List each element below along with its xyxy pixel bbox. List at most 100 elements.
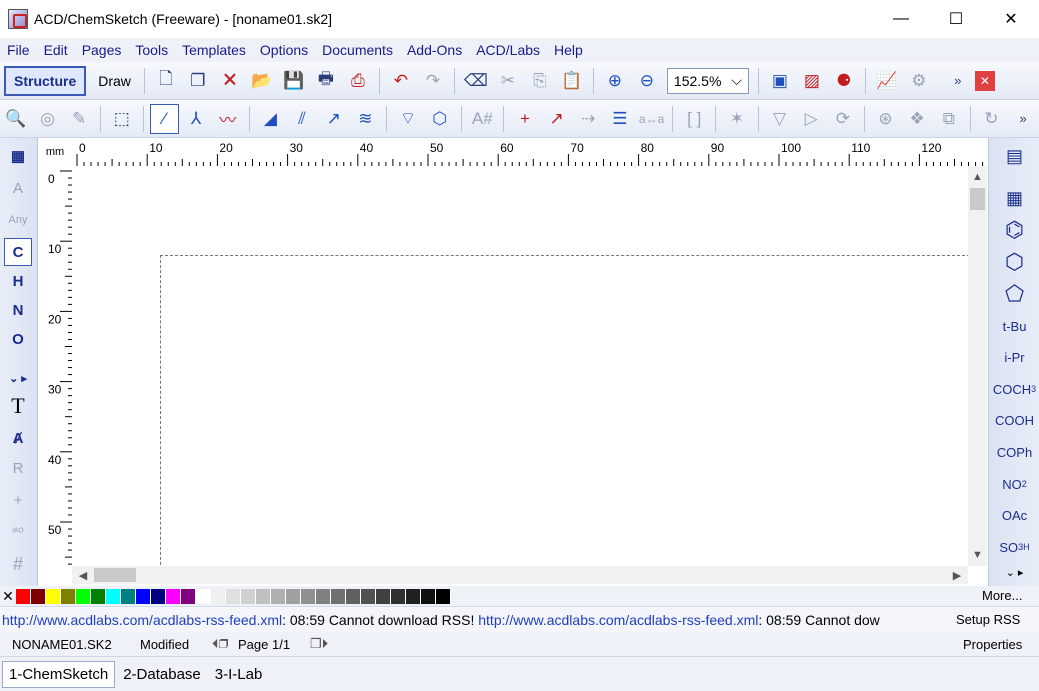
scroll-up-icon[interactable]: ▲	[968, 168, 987, 186]
reaction-map-icon[interactable]: ⇢	[573, 104, 603, 134]
wedge-bond-icon[interactable]: ◢	[256, 104, 286, 134]
setup-rss-button[interactable]: Setup RSS	[942, 612, 1020, 627]
close-document-icon[interactable]: ✕	[974, 70, 995, 91]
atom-any-button[interactable]: Any	[4, 206, 32, 234]
zoom-out-icon[interactable]: ⊖	[632, 66, 662, 96]
toolbar2-overflow-icon[interactable]: »	[1008, 104, 1038, 134]
color-swatch[interactable]	[346, 588, 361, 604]
color-swatch[interactable]	[406, 588, 421, 604]
panel-expand-icon[interactable]: ⌄ ▸	[991, 558, 1038, 586]
color-swatch[interactable]	[61, 588, 76, 604]
atom-numbering-icon[interactable]: A#	[467, 104, 497, 134]
color-swatch[interactable]	[271, 588, 286, 604]
zoom-in-icon[interactable]: ⊕	[600, 66, 630, 96]
toolbar-overflow-icon[interactable]: »	[943, 66, 973, 96]
undo-icon[interactable]: ↶	[386, 66, 416, 96]
draw-mode-button[interactable]: Draw	[90, 66, 139, 96]
color-swatch[interactable]	[106, 588, 121, 604]
tab-chemsketch[interactable]: 1-ChemSketch	[2, 660, 116, 688]
dictionary-icon[interactable]: ⚙	[904, 66, 934, 96]
draw-chain-icon[interactable]: 〰	[213, 104, 243, 134]
app-icon[interactable]	[8, 9, 28, 29]
rotate-bond-icon[interactable]: ⟳	[828, 104, 858, 134]
hash-bond-icon[interactable]: ⫽	[287, 104, 317, 134]
charge-button[interactable]: +	[4, 486, 32, 514]
color-swatch[interactable]	[391, 588, 406, 604]
menu-pages[interactable]: Pages	[75, 42, 129, 58]
ipr-template[interactable]: i-Pr	[991, 343, 1038, 371]
menu-tools[interactable]: Tools	[128, 42, 175, 58]
zoom-select[interactable]: 152.5% ⌵	[666, 67, 749, 94]
color-swatch[interactable]	[181, 588, 196, 604]
3d-optimize-icon[interactable]: ❖	[902, 104, 932, 134]
structure-mode-button[interactable]: Structure	[4, 65, 87, 96]
no-color-icon[interactable]: ✕	[0, 588, 16, 605]
atom-mapping-icon[interactable]: a↔a	[637, 104, 667, 134]
spectrum-icon[interactable]: 📈	[872, 66, 902, 96]
flip-horizontal-icon[interactable]: ▷	[796, 104, 826, 134]
template-window-icon[interactable]: ▤	[991, 142, 1038, 170]
cooh-template[interactable]: COOH	[991, 406, 1038, 434]
color-swatch[interactable]	[361, 588, 376, 604]
template-table-icon[interactable]: ▦	[991, 184, 1038, 212]
menu-help[interactable]: Help	[547, 42, 590, 58]
menu-documents[interactable]: Documents	[315, 42, 400, 58]
color-swatch[interactable]	[91, 588, 106, 604]
tab-i-lab[interactable]: 3-I-Lab	[209, 662, 269, 687]
horizontal-scroll-thumb[interactable]	[94, 568, 136, 582]
properties-button[interactable]: Properties	[963, 637, 1022, 652]
numbering-button[interactable]: #	[4, 550, 32, 578]
benzene-template-icon[interactable]: ⌬	[991, 216, 1038, 244]
scroll-right-icon[interactable]: ▶	[948, 566, 966, 584]
color-swatch[interactable]	[226, 588, 241, 604]
erase-atom-icon[interactable]: Ⱥ	[4, 424, 32, 452]
color-swatch[interactable]	[376, 588, 391, 604]
pdf-export-icon[interactable]: ⎙	[343, 66, 373, 96]
reaction-table-icon[interactable]: ☰	[605, 104, 635, 134]
color-swatch[interactable]	[421, 588, 436, 604]
new-page-icon[interactable]: 🗋	[151, 66, 181, 96]
draw-branch-icon[interactable]: ⅄	[181, 104, 211, 134]
color-swatch[interactable]	[436, 588, 451, 604]
delete-page-icon[interactable]: 🗙	[215, 66, 245, 96]
redo-icon[interactable]: ↷	[418, 66, 448, 96]
color-swatch[interactable]	[121, 588, 136, 604]
open-file-icon[interactable]: 📂	[247, 66, 277, 96]
color-swatch[interactable]	[151, 588, 166, 604]
cyclopentane-template-icon[interactable]: ⬠	[991, 280, 1038, 308]
menu-options[interactable]: Options	[253, 42, 315, 58]
color-swatch[interactable]	[76, 588, 91, 604]
color-swatch[interactable]	[256, 588, 271, 604]
pencil-icon[interactable]: ✎	[64, 104, 94, 134]
radical-icon[interactable]: ⌔	[393, 104, 423, 134]
r-group-button[interactable]: R	[4, 454, 32, 482]
scroll-down-icon[interactable]: ▼	[968, 546, 987, 564]
isotope-icon[interactable]: ᴵᴬᴼ	[4, 518, 32, 546]
color-swatch[interactable]	[316, 588, 331, 604]
wavy-bond-icon[interactable]: ≋	[351, 104, 381, 134]
3d-rotate-icon[interactable]: ⊛	[871, 104, 901, 134]
coph-template[interactable]: COPh	[991, 438, 1038, 466]
polymer-bracket-icon[interactable]: [ ]	[679, 104, 709, 134]
color-swatch[interactable]	[166, 588, 181, 604]
arrow-bond-icon[interactable]: ↗	[319, 104, 349, 134]
coch3-template[interactable]: COCH 3	[991, 375, 1038, 403]
cyclohexane-template-icon[interactable]: ⬡	[991, 248, 1038, 276]
copy-page-icon[interactable]: ❐	[183, 66, 213, 96]
color-swatch[interactable]	[286, 588, 301, 604]
vertical-scrollbar[interactable]: ▲ ▼	[968, 166, 987, 566]
save-icon[interactable]: 💾	[279, 66, 309, 96]
minimize-button[interactable]: —	[878, 0, 924, 38]
color-swatch[interactable]	[196, 588, 211, 604]
lasso-icon[interactable]: 🔍	[1, 104, 31, 134]
more-colors-button[interactable]: More...	[982, 588, 1022, 603]
3d-viewer-icon[interactable]: ⚈	[829, 66, 859, 96]
reaction-arrow-icon[interactable]: ↗	[542, 104, 572, 134]
color-swatch[interactable]	[331, 588, 346, 604]
color-swatch[interactable]	[31, 588, 46, 604]
ring-attach-icon[interactable]: ⬡	[425, 104, 455, 134]
color-swatch[interactable]	[301, 588, 316, 604]
vertical-scroll-thumb[interactable]	[970, 188, 985, 210]
color-swatch[interactable]	[211, 588, 226, 604]
copy-icon[interactable]: ⎘	[525, 66, 555, 96]
